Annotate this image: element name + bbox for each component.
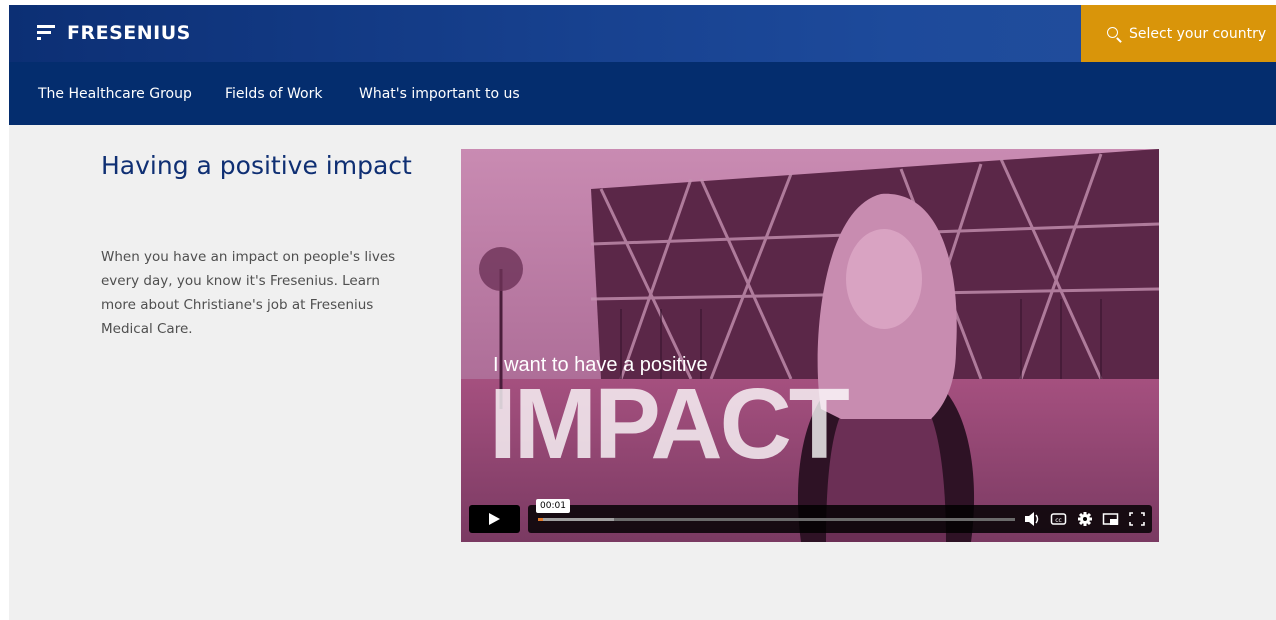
intro-paragraph: When you have an impact on people's live… <box>101 249 396 337</box>
picture-in-picture-icon[interactable] <box>1102 511 1120 527</box>
settings-icon[interactable] <box>1076 511 1094 527</box>
nav-item-healthcare-group[interactable]: The Healthcare Group <box>38 86 192 102</box>
top-header: FRESENIUS Select your country <box>9 5 1276 62</box>
captions-icon[interactable]: cc <box>1050 511 1068 527</box>
video-player[interactable]: I want to have a positive IMPACT 00:01 c… <box>461 149 1159 542</box>
video-controls-bar: 00:01 cc <box>528 499 1152 533</box>
fresenius-logo[interactable]: FRESENIUS <box>37 20 191 46</box>
fullscreen-icon[interactable] <box>1128 511 1146 527</box>
select-country-button[interactable]: Select your country <box>1081 5 1276 62</box>
main-navigation: The Healthcare Group Fields of Work What… <box>9 62 1276 125</box>
play-icon <box>489 513 500 525</box>
nav-item-fields-of-work[interactable]: Fields of Work <box>225 86 322 102</box>
video-caption-big: IMPACT <box>489 368 850 480</box>
volume-icon[interactable] <box>1024 511 1042 527</box>
played-progress <box>538 518 543 521</box>
page: FRESENIUS Select your country The Health… <box>9 5 1276 620</box>
nav-item-whats-important[interactable]: What's important to us <box>359 86 520 102</box>
logo-icon <box>37 23 57 43</box>
current-time-tooltip: 00:01 <box>536 499 570 513</box>
video-progress-bar[interactable]: 00:01 <box>536 499 1015 521</box>
svg-text:cc: cc <box>1055 517 1062 524</box>
video-frame-image <box>461 149 1159 542</box>
search-icon <box>1107 26 1122 43</box>
logo-text: FRESENIUS <box>67 22 191 44</box>
buffered-progress <box>538 518 615 521</box>
play-button[interactable] <box>469 505 520 533</box>
select-country-label: Select your country <box>1129 25 1267 42</box>
page-title: Having a positive impact <box>101 151 412 180</box>
